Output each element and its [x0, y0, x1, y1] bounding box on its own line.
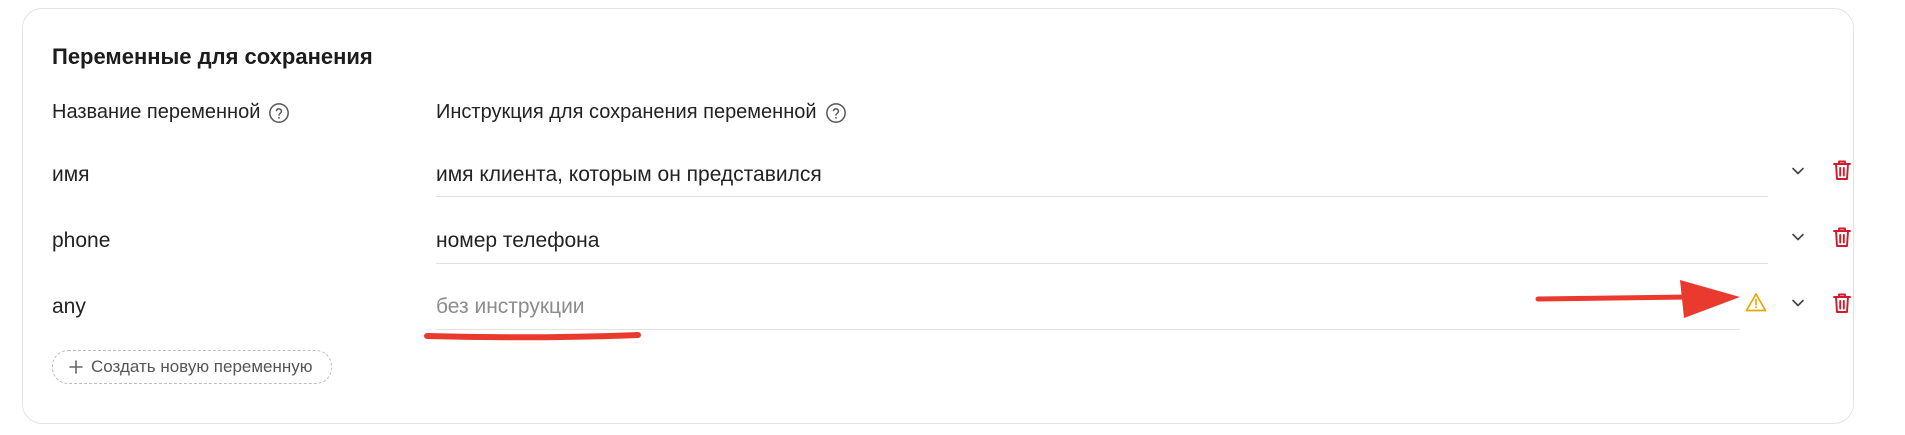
- instruction-input[interactable]: номер телефона: [436, 229, 599, 253]
- trash-icon[interactable]: [1832, 226, 1852, 248]
- column-header-name: Название переменной: [52, 101, 290, 124]
- input-underline: [436, 196, 1768, 197]
- input-underline: [436, 263, 1768, 264]
- variable-name: any: [52, 295, 86, 318]
- variable-name: phone: [52, 229, 111, 252]
- column-header-instruction-label: Инструкция для сохранения переменной: [436, 101, 817, 123]
- chevron-down-icon[interactable]: [1789, 294, 1807, 312]
- instruction-input[interactable]: имя клиента, которым он представился: [436, 163, 822, 187]
- plus-icon: [69, 360, 83, 374]
- help-circle-icon[interactable]: [268, 102, 290, 124]
- column-header-name-label: Название переменной: [52, 101, 261, 123]
- input-underline: [436, 329, 1740, 330]
- column-header-instruction: Инструкция для сохранения переменной: [436, 101, 847, 124]
- variable-name: имя: [52, 163, 90, 186]
- section-title: Переменные для сохранения: [52, 44, 373, 69]
- help-circle-icon[interactable]: [825, 102, 847, 124]
- create-variable-button[interactable]: Создать новую переменную: [52, 350, 332, 384]
- warning-triangle-icon: [1745, 293, 1767, 312]
- instruction-input-placeholder[interactable]: без инструкции: [436, 295, 585, 319]
- trash-icon[interactable]: [1832, 292, 1852, 314]
- trash-icon[interactable]: [1832, 159, 1852, 181]
- chevron-down-icon[interactable]: [1789, 162, 1807, 180]
- chevron-down-icon[interactable]: [1789, 228, 1807, 246]
- create-variable-label: Создать новую переменную: [91, 357, 313, 376]
